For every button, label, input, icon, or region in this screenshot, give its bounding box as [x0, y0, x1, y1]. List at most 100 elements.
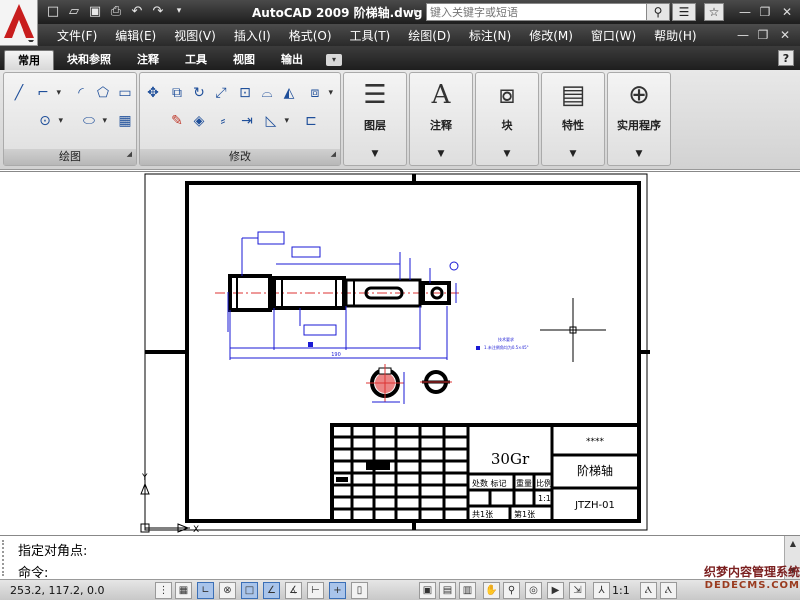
restore-icon[interactable]: ❐ — [756, 4, 774, 20]
menu-insert[interactable]: 插入(I) — [225, 27, 280, 44]
dropdown-arrow-icon[interactable]: ▼ — [410, 149, 472, 159]
panel-expand-icon[interactable]: ◢ — [127, 146, 132, 162]
tab-tools[interactable]: 工具 — [172, 50, 220, 70]
array-icon[interactable]: ⧈ — [304, 83, 333, 103]
tab-view[interactable]: 视图 — [220, 50, 268, 70]
open-icon[interactable]: ▱ — [65, 3, 83, 20]
chamfer-icon[interactable]: ◺ — [260, 111, 289, 131]
circle-icon[interactable]: ⊙ — [34, 111, 63, 131]
menu-tools[interactable]: 工具(T) — [341, 27, 400, 44]
stretch-icon[interactable]: ⊡ — [234, 83, 256, 103]
tab-annotate[interactable]: 注释 — [124, 50, 172, 70]
stepped-shaft-view[interactable]: 190 — [215, 231, 462, 360]
redo-icon[interactable]: ↷ — [149, 3, 167, 20]
auto-scale-icon[interactable]: Ⲁ — [660, 582, 677, 599]
snap-mode-icon[interactable]: ⋮ — [155, 582, 172, 599]
layout2-icon[interactable]: ▥ — [459, 582, 476, 599]
dropdown-arrow-icon[interactable]: ▼ — [608, 149, 670, 159]
hatch-icon[interactable]: ▦ — [114, 111, 136, 131]
subscription-center-icon[interactable]: ☰ — [672, 3, 696, 21]
menu-format[interactable]: 格式(O) — [280, 27, 341, 44]
search-button[interactable]: ⚲ — [646, 3, 670, 21]
undo-icon[interactable]: ↶ — [128, 3, 146, 20]
maximize-viewport-icon[interactable]: ⇲ — [569, 582, 586, 599]
tab-blocks-references[interactable]: 块和参照 — [54, 50, 124, 70]
expand-arrow-icon[interactable]: ▸ — [414, 7, 426, 17]
showmotion-icon[interactable]: ▶ — [547, 582, 564, 599]
favorites-star-icon[interactable]: ☆ — [704, 3, 724, 21]
polygon-icon[interactable]: ⬠ — [92, 83, 114, 103]
menu-modify[interactable]: 修改(M) — [520, 27, 582, 44]
layout1-icon[interactable]: ▤ — [439, 582, 456, 599]
annotation-scale-value[interactable]: 1:1 — [612, 584, 630, 597]
dynamic-ucs-icon[interactable]: ∡ — [285, 582, 302, 599]
ribbon-options-icon[interactable]: ▾ — [326, 54, 342, 66]
mirror-icon[interactable]: ◭ — [278, 83, 300, 103]
object-snap-tracking-icon[interactable]: ∠ — [263, 582, 280, 599]
scale-icon[interactable]: ⤢ — [210, 83, 232, 103]
utilities-panel[interactable]: ⊕ 实用程序 ▼ — [607, 72, 671, 166]
minimize-icon[interactable]: — — [736, 4, 754, 20]
coordinates-readout[interactable]: 253.2, 117.2, 0.0 — [10, 584, 104, 597]
zoom-icon[interactable]: ⚲ — [503, 582, 520, 599]
dropdown-arrow-icon[interactable]: ▼ — [344, 149, 406, 159]
grid-display-icon[interactable]: ▦ — [175, 582, 192, 599]
fillet-icon[interactable]: ⌓ — [256, 83, 278, 103]
rectangle-icon[interactable]: ▭ — [114, 83, 136, 103]
arc-icon[interactable]: ◜ — [70, 83, 92, 103]
modify-panel-title[interactable]: 修改 ◢ — [140, 149, 340, 165]
drawing-area[interactable]: 190 技术要求 1.未注倒角均为0.5×45° 30Gr **** 阶梯轴 J… — [0, 171, 800, 535]
panel-expand-icon[interactable]: ◢ — [331, 146, 336, 162]
erase-icon[interactable]: ✎ — [166, 111, 188, 131]
command-line[interactable]: 指定对角点: 命令: ▲ ▼ — [0, 535, 800, 581]
polar-tracking-icon[interactable]: ⊗ — [219, 582, 236, 599]
lineweight-icon[interactable]: + — [329, 582, 346, 599]
pan-icon[interactable]: ✋ — [483, 582, 500, 599]
steering-wheel-icon[interactable]: ◎ — [525, 582, 542, 599]
doc-restore-icon[interactable]: ❐ — [754, 27, 772, 43]
quick-properties-icon[interactable]: ▯ — [351, 582, 368, 599]
properties-panel[interactable]: ▤ 特性 ▼ — [541, 72, 605, 166]
doc-close-icon[interactable]: ✕ — [776, 27, 794, 43]
dropdown-arrow-icon[interactable]: ▼ — [542, 149, 604, 159]
extend-icon[interactable]: ⇥ — [236, 111, 258, 131]
block-panel[interactable]: ⧇ 块 ▼ — [475, 72, 539, 166]
dropdown-icon[interactable]: ▾ — [170, 3, 188, 20]
menu-dimension[interactable]: 标注(N) — [460, 27, 520, 44]
trim-icon[interactable]: ⸗ — [212, 111, 234, 131]
scroll-up-icon[interactable]: ▲ — [787, 539, 799, 548]
ortho-mode-icon[interactable]: ∟ — [197, 582, 214, 599]
doc-minimize-icon[interactable]: — — [734, 27, 752, 43]
tab-home[interactable]: 常用 — [4, 50, 54, 70]
annotation-visibility-icon[interactable]: Ⲁ — [640, 582, 657, 599]
menu-window[interactable]: 窗口(W) — [582, 27, 645, 44]
ellipse-icon[interactable]: ⬭ — [78, 111, 107, 131]
save-icon[interactable]: ▣ — [86, 3, 104, 20]
line-icon[interactable]: ╱ — [8, 83, 30, 103]
dropdown-arrow-icon[interactable]: ▼ — [476, 149, 538, 159]
close-icon[interactable]: ✕ — [778, 4, 796, 20]
move-icon[interactable]: ✥ — [142, 83, 164, 103]
annotation-panel[interactable]: A 注释 ▼ — [409, 72, 473, 166]
polyline-icon[interactable]: ⌐ — [32, 83, 61, 103]
new-icon[interactable]: □ — [44, 3, 62, 20]
menu-draw[interactable]: 绘图(D) — [399, 27, 460, 44]
object-snap-icon[interactable]: □ — [241, 582, 258, 599]
annotation-scale-icon[interactable]: ⅄ — [593, 582, 610, 599]
rotate-icon[interactable]: ↻ — [188, 83, 210, 103]
menu-help[interactable]: 帮助(H) — [645, 27, 705, 44]
offset-icon[interactable]: ⊏ — [300, 111, 322, 131]
draw-panel-title[interactable]: 绘图 ◢ — [4, 149, 136, 165]
command-grip-icon[interactable] — [2, 540, 10, 576]
application-menu-button[interactable] — [0, 0, 38, 46]
tab-output[interactable]: 输出 — [268, 50, 316, 70]
title-block[interactable]: 30Gr **** 阶梯轴 JTZH-01 处数 标记 重量 比例 1:1 共1… — [330, 423, 641, 523]
print-icon[interactable]: ⎙ — [107, 3, 125, 20]
menu-edit[interactable]: 编辑(E) — [106, 27, 165, 44]
dynamic-input-icon[interactable]: ⊢ — [307, 582, 324, 599]
help-icon[interactable]: ? — [778, 50, 794, 66]
menu-view[interactable]: 视图(V) — [165, 27, 225, 44]
layers-panel[interactable]: ☰ 图层 ▼ — [343, 72, 407, 166]
copy-icon[interactable]: ⧉ — [166, 83, 188, 103]
explode-icon[interactable]: ◈ — [188, 111, 210, 131]
